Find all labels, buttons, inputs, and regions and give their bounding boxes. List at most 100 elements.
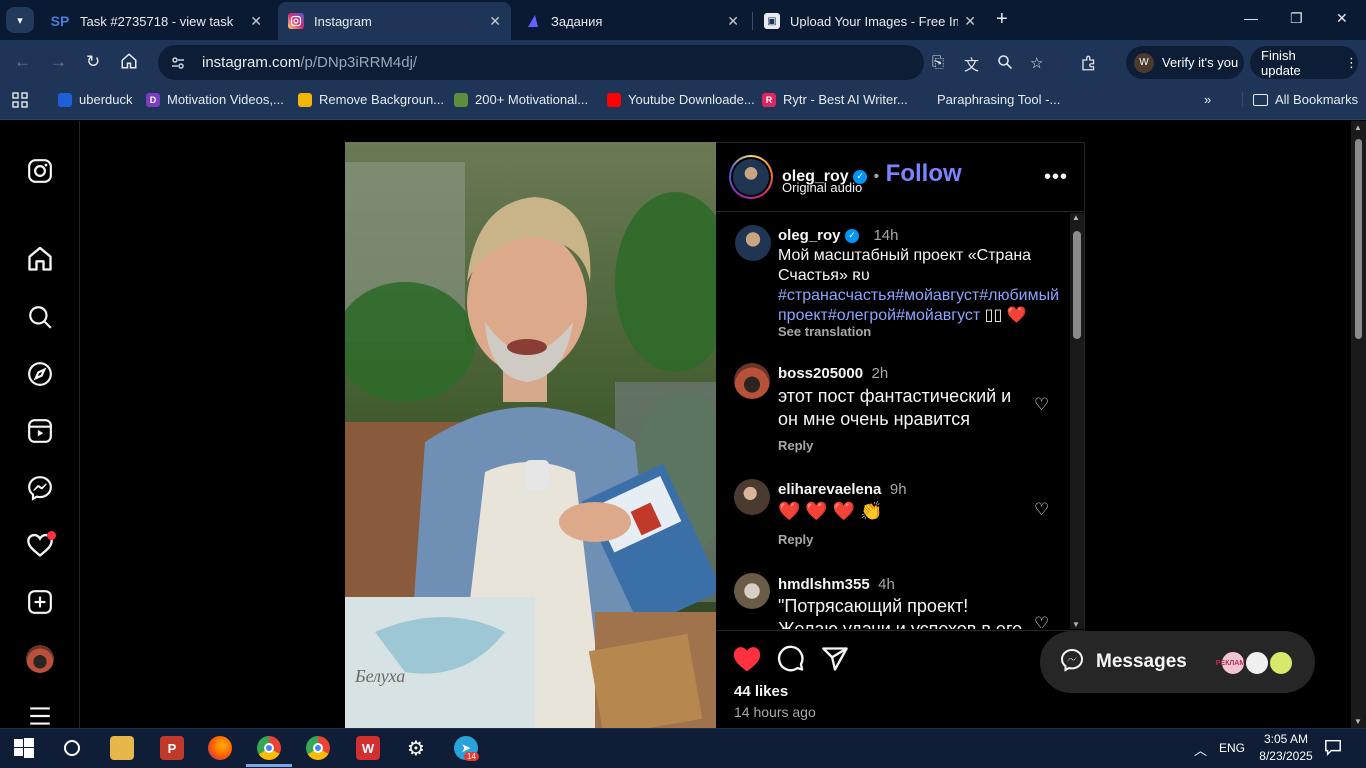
comment-avatar[interactable] <box>734 573 770 609</box>
bookmark-item[interactable]: Youtube Downloade... <box>607 92 755 107</box>
apps-grid-icon[interactable] <box>12 92 28 108</box>
more-menu-icon[interactable]: ⋮ <box>1345 55 1358 71</box>
share-icon[interactable] <box>821 645 849 678</box>
close-tab-icon[interactable]: ✕ <box>250 13 262 30</box>
see-translation-link[interactable]: See translation <box>778 324 871 339</box>
profile-avatar: W <box>1134 52 1154 73</box>
like-heart-icon[interactable] <box>732 645 762 678</box>
bookmark-item[interactable]: 200+ Motivational... <box>454 92 588 107</box>
messenger-icon[interactable] <box>24 472 56 504</box>
close-tab-icon[interactable]: ✕ <box>727 13 739 30</box>
translate-icon[interactable]: 文 <box>964 54 979 75</box>
scroll-up-arrow-icon[interactable]: ▲ <box>1354 123 1362 132</box>
comments-scrollbar-thumb[interactable] <box>1073 231 1081 339</box>
address-bar[interactable]: instagram.com/p/DNp3iRRM4dj/ <box>158 45 924 80</box>
message-avatar <box>1244 650 1270 676</box>
file-explorer-icon[interactable] <box>110 736 134 760</box>
scroll-up-arrow-icon[interactable]: ▲ <box>1072 213 1080 222</box>
chrome-icon[interactable] <box>257 736 281 760</box>
author-story-ring[interactable] <box>729 155 773 199</box>
firefox-icon[interactable] <box>208 736 232 760</box>
post-timestamp[interactable]: 14 hours ago <box>734 704 816 720</box>
action-center-icon[interactable] <box>1324 738 1342 759</box>
profile-button[interactable]: W Verify it's you <box>1126 46 1244 79</box>
tab-task[interactable]: SP Task #2735718 - view task ✕ <box>40 2 272 40</box>
scroll-down-arrow-icon[interactable]: ▼ <box>1354 717 1362 726</box>
wps-office-icon[interactable]: W <box>356 736 380 760</box>
bookmark-item[interactable]: Paraphrasing Tool -... <box>916 92 1060 107</box>
close-tab-icon[interactable]: ✕ <box>964 13 976 30</box>
presentation-app-icon[interactable]: P <box>160 736 184 760</box>
profile-avatar-icon[interactable] <box>24 643 56 675</box>
close-tab-icon[interactable]: ✕ <box>489 13 501 30</box>
bookmark-star-icon[interactable]: ☆ <box>1030 54 1043 72</box>
dot-separator: • <box>873 168 880 185</box>
finish-update-button[interactable]: Finish update ⋮ <box>1250 46 1358 79</box>
clock-date[interactable]: 8/23/2025 <box>1255 749 1317 763</box>
more-options-icon[interactable]: ••• <box>1044 166 1068 189</box>
home-icon[interactable] <box>24 243 56 275</box>
forward-button[interactable]: → <box>50 52 67 72</box>
show-hidden-icons-chevron-icon[interactable]: ︿ <box>1194 740 1207 759</box>
comments-scrollbar[interactable]: ▲ ▼ <box>1070 213 1084 629</box>
home-button[interactable] <box>120 52 138 75</box>
chrome-icon[interactable] <box>306 736 330 760</box>
caption-time[interactable]: 14h <box>873 227 898 244</box>
original-audio-link[interactable]: Original audio <box>782 180 862 195</box>
search-icon[interactable] <box>24 301 56 333</box>
like-comment-heart-icon[interactable]: ♡ <box>1034 395 1049 415</box>
explore-icon[interactable] <box>24 358 56 390</box>
all-bookmarks-button[interactable]: All Bookmarks <box>1242 92 1358 107</box>
reload-button[interactable]: ↻ <box>86 52 100 72</box>
new-tab-button[interactable]: + <box>996 8 1008 31</box>
comment-username[interactable]: hmdlshm355 <box>778 576 870 593</box>
caption-avatar[interactable] <box>735 225 771 261</box>
comment-reply-button[interactable]: Reply <box>778 438 813 453</box>
maximize-button[interactable]: ❐ <box>1290 10 1303 27</box>
windows-start-icon[interactable] <box>12 736 36 760</box>
close-window-button[interactable]: ✕ <box>1336 10 1348 27</box>
tab-search-button[interactable]: ▾ <box>6 7 34 33</box>
bookmark-label: 200+ Motivational... <box>475 92 589 107</box>
back-button[interactable]: ← <box>14 52 31 72</box>
instagram-logo-icon[interactable] <box>24 155 56 187</box>
tab-instagram[interactable]: Instagram ✕ <box>278 2 511 40</box>
tab-upload-images[interactable]: ▣ Upload Your Images - Free Ima ✕ <box>754 2 986 40</box>
page-scrollbar[interactable]: ▲ ▼ <box>1351 121 1366 728</box>
minimize-button[interactable]: — <box>1244 10 1258 26</box>
comment-username[interactable]: boss205000 <box>778 365 863 382</box>
cortana-search-icon[interactable] <box>60 736 84 760</box>
settings-gear-icon[interactable]: ⚙ <box>404 736 428 760</box>
bookmark-item[interactable]: R Rytr - Best AI Writer... <box>762 92 908 107</box>
comment-time[interactable]: 2h <box>872 365 889 382</box>
create-icon[interactable] <box>24 586 56 618</box>
comment-time[interactable]: 4h <box>878 576 895 593</box>
bookmark-item[interactable]: D Motivation Videos,... <box>146 92 284 107</box>
page-scrollbar-thumb[interactable] <box>1355 139 1362 339</box>
scroll-down-arrow-icon[interactable]: ▼ <box>1072 620 1080 629</box>
extensions-icon[interactable] <box>1080 54 1098 76</box>
comment-time[interactable]: 9h <box>890 481 907 498</box>
zoom-icon[interactable] <box>997 54 1013 74</box>
url-host: instagram.com <box>202 54 301 71</box>
install-app-icon[interactable]: ⎘ <box>932 54 944 71</box>
input-language[interactable]: ENG <box>1219 741 1245 755</box>
comment-icon[interactable] <box>777 645 805 678</box>
tab-zadaniya[interactable]: Задания ✕ <box>515 2 749 40</box>
comment-avatar[interactable] <box>734 479 770 515</box>
follow-button[interactable]: Follow <box>886 160 962 187</box>
bookmarks-overflow-icon[interactable]: » <box>1204 92 1211 107</box>
comment-username[interactable]: eliharevaelena <box>778 481 881 498</box>
reels-icon[interactable] <box>24 415 56 447</box>
caption-username[interactable]: oleg_roy <box>778 227 841 244</box>
like-comment-heart-icon[interactable]: ♡ <box>1034 500 1049 520</box>
bookmark-item[interactable]: uberduck <box>58 92 132 107</box>
like-comment-heart-icon[interactable]: ♡ <box>1034 614 1049 628</box>
likes-count[interactable]: 44 likes <box>734 683 788 700</box>
site-info-icon[interactable] <box>170 55 186 71</box>
bookmark-item[interactable]: Remove Backgroun... <box>298 92 444 107</box>
post-video[interactable]: Белуха <box>345 142 716 728</box>
clock-time[interactable]: 3:05 AM <box>1258 732 1314 746</box>
comment-reply-button[interactable]: Reply <box>778 532 813 547</box>
comment-avatar[interactable] <box>734 363 770 399</box>
